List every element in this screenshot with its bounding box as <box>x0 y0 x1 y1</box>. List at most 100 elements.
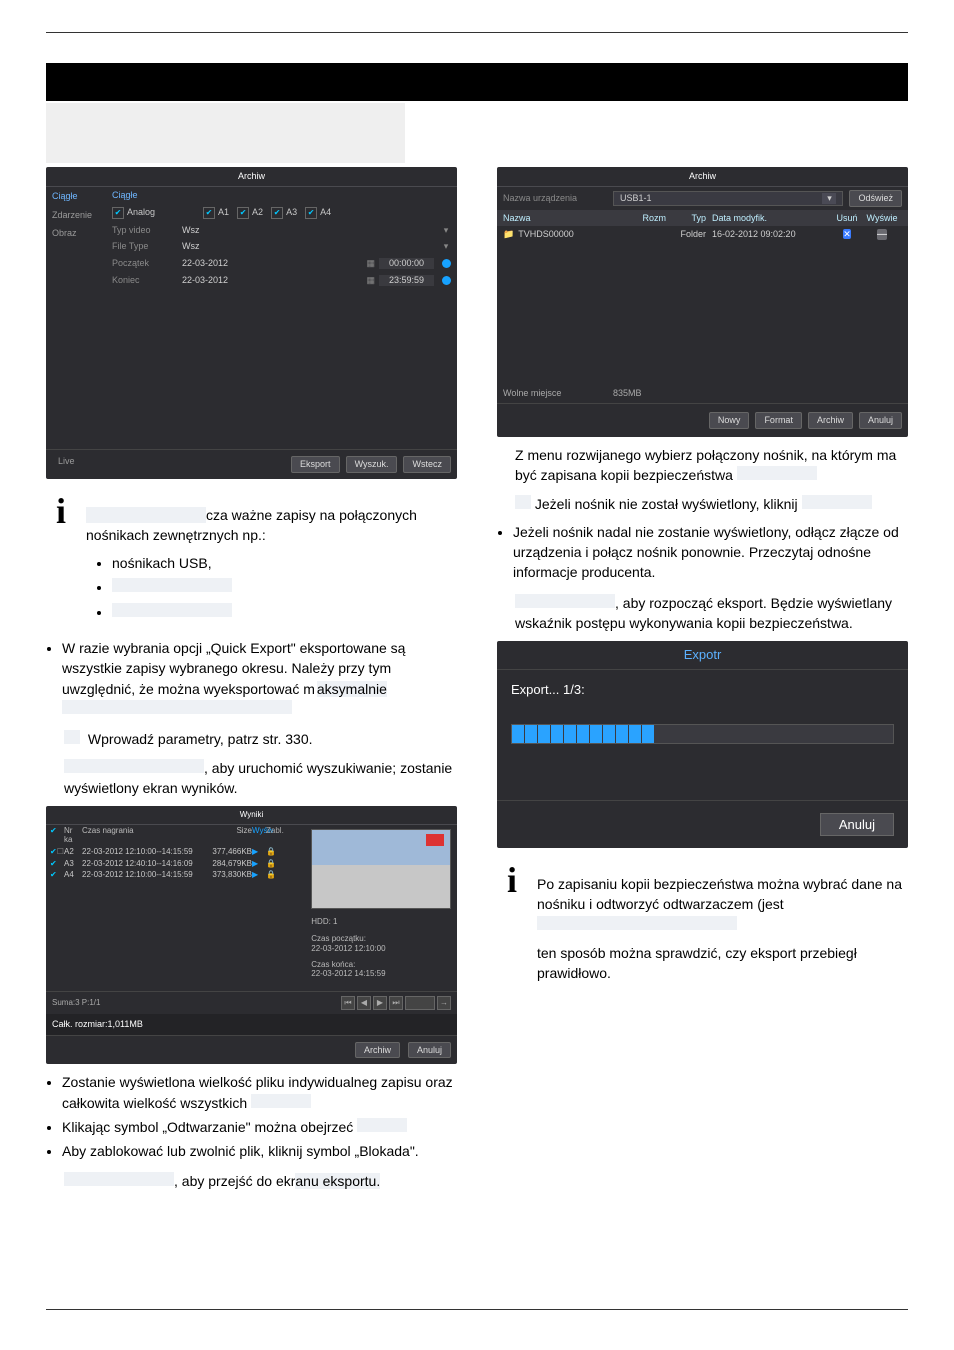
col-header: Nr ka <box>64 826 82 845</box>
sidebar-item[interactable]: Ciągłe <box>46 187 106 206</box>
progress-bar <box>511 724 894 744</box>
clock-icon[interactable] <box>442 276 451 285</box>
field-label: File Type <box>112 241 182 252</box>
cancel-button[interactable]: Anuluj <box>859 412 902 429</box>
sidebar-item[interactable]: Obraz <box>46 224 106 243</box>
time-field[interactable]: 23:59:59 <box>379 275 434 286</box>
checkbox-ch[interactable]: A1 <box>203 207 229 219</box>
checkbox-analog[interactable]: Analog <box>112 207 155 219</box>
checkbox-ch[interactable]: A2 <box>237 207 263 219</box>
col-header: Zabl. <box>266 826 280 845</box>
screenshot-export-progress: Expotr Export... 1/3: Anuluj <box>497 641 908 848</box>
table-row[interactable]: A322-03-2012 12:40:10--14:16:09284,679KB… <box>46 858 301 870</box>
col-header: Czas nagrania <box>82 826 202 845</box>
highlight-text <box>64 759 204 773</box>
list-item: Jeżeli nośnik nadal nie zostanie wyświet… <box>513 522 908 583</box>
table-row[interactable]: A422-03-2012 12:10:00--14:15:59373,830KB… <box>46 869 301 881</box>
checkbox-ch[interactable]: A4 <box>305 207 331 219</box>
date-field[interactable]: 22-03-2012 <box>182 275 362 286</box>
play-icon[interactable]: — <box>877 229 887 240</box>
footer-rule <box>46 1309 908 1310</box>
pager-prev[interactable]: ◀ <box>357 996 371 1010</box>
screenshot-device: Archiw Nazwa urządzenia USB1-1▾ Odśwież … <box>497 167 908 437</box>
screenshot-search: Archiw Ciągłe Zdarzenie Obraz Ciągłe Ana… <box>46 167 457 479</box>
dialog-title: Archiw <box>46 167 457 187</box>
highlight-text <box>515 594 615 608</box>
tab-active[interactable]: Ciągłe <box>112 190 138 201</box>
screenshot-results: Wyniki Nr ka Czas nagrania Size Wyśw Zab… <box>46 806 457 1064</box>
checkbox-header[interactable] <box>50 826 64 845</box>
delete-icon[interactable]: ✕ <box>843 229 851 239</box>
play-icon[interactable]: ▶ <box>252 870 266 880</box>
list-item: Aby zablokować lub zwolnić plik, kliknij… <box>62 1141 457 1161</box>
cancel-button[interactable]: Anuluj <box>820 813 894 837</box>
back-button[interactable]: Wstecz <box>403 456 451 473</box>
result-summary: Suma:3 P:1/1 <box>52 998 100 1008</box>
folder-icon: 📁 <box>503 229 514 241</box>
info-icon: i <box>497 866 527 894</box>
note-text: Po zapisaniu kopii bezpieczeństwa można … <box>537 874 908 935</box>
highlight-text <box>86 507 206 523</box>
free-space-value: 835MB <box>613 388 642 399</box>
table-row[interactable]: 📁 TVHDS00000 Folder 16-02-2012 09:02:20 … <box>497 226 908 244</box>
archive-button[interactable]: Archiw <box>808 412 853 429</box>
play-icon[interactable]: ▶ <box>252 859 266 869</box>
cancel-button[interactable]: Anuluj <box>408 1042 451 1059</box>
archive-button[interactable]: Archiw <box>355 1042 400 1059</box>
step-text: Z menu rozwijanego wybierz połączony noś… <box>515 445 908 486</box>
col-header: Nazwa <box>503 213 636 224</box>
col-header: Wyśw <box>252 826 266 845</box>
lock-icon[interactable]: 🔒 <box>266 870 280 880</box>
field-value[interactable]: Wsz <box>182 225 441 236</box>
search-button[interactable]: Wyszuk. <box>346 456 398 473</box>
refresh-button[interactable]: Odśwież <box>849 190 902 207</box>
clock-icon[interactable] <box>442 259 451 268</box>
pager-first[interactable]: ⏮ <box>341 996 355 1010</box>
col-header: Size <box>202 826 252 845</box>
list-item: Klikając symbol „Odtwarzanie" można obej… <box>62 1117 457 1137</box>
sidebar-item-live[interactable]: Live <box>58 456 75 473</box>
sidebar-item[interactable]: Zdarzenie <box>46 206 106 225</box>
lock-icon[interactable]: 🔒 <box>266 859 280 869</box>
pager-go[interactable]: → <box>437 996 451 1010</box>
export-button[interactable]: Eksport <box>291 456 340 473</box>
field-label: Typ video <box>112 225 182 236</box>
step-number-placeholder <box>515 495 531 509</box>
step-text: Wprowadź parametry, patrz str. 330. <box>88 731 313 747</box>
highlight-text <box>64 1172 174 1186</box>
field-label: Koniec <box>112 275 182 286</box>
total-size: Całk. rozmiar:1,011MB <box>46 1014 457 1035</box>
time-field[interactable]: 00:00:00 <box>379 258 434 269</box>
new-button[interactable]: Nowy <box>709 412 750 429</box>
col-header: Typ <box>666 213 706 224</box>
table-row[interactable]: ☐A222-03-2012 12:10:00--14:15:59377,466K… <box>46 846 301 858</box>
top-rule <box>46 32 908 33</box>
list-item <box>112 602 457 622</box>
checkbox-ch[interactable]: A3 <box>271 207 297 219</box>
lock-icon[interactable]: 🔒 <box>266 847 280 857</box>
preview-image <box>311 829 451 909</box>
dialog-title: Expotr <box>497 641 908 670</box>
play-icon[interactable]: ▶ <box>252 847 266 857</box>
field-value[interactable]: Wsz <box>182 241 441 252</box>
progress-label: Export... 1/3: <box>511 682 894 698</box>
col-header: Usuń <box>832 213 862 224</box>
device-select[interactable]: USB1-1▾ <box>613 191 843 206</box>
col-header: Wyświe <box>862 213 902 224</box>
format-button[interactable]: Format <box>755 412 802 429</box>
dialog-title: Wyniki <box>46 806 457 825</box>
pager-last[interactable]: ⏭ <box>389 996 403 1010</box>
note-text: ten sposób można sprawdzić, czy eksport … <box>537 943 908 984</box>
info-icon: i <box>46 497 76 525</box>
list-item: Zostanie wyświetlona wielkość pliku indy… <box>62 1072 457 1113</box>
step-text: Jeżeli nośnik nie został wyświetlony, kl… <box>535 496 798 512</box>
date-field[interactable]: 22-03-2012 <box>182 258 362 269</box>
field-label: Początek <box>112 258 182 269</box>
section-subheader-placeholder <box>46 103 405 163</box>
list-item: nośnikach USB, <box>112 553 457 573</box>
hdd-label: HDD: 1 <box>311 917 451 927</box>
list-item: W razie wybrania opcji „Quick Export" ek… <box>62 638 457 719</box>
pager-next[interactable]: ▶ <box>373 996 387 1010</box>
step-number-placeholder <box>64 730 80 744</box>
col-header: Rozm <box>636 213 666 224</box>
